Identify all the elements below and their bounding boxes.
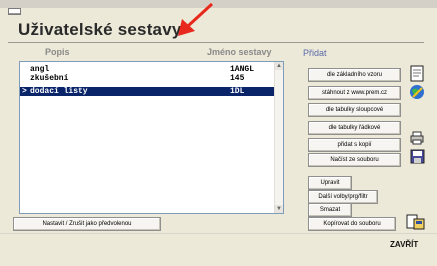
add-by-row-table-button[interactable]: dle tabulky řádkové	[308, 121, 401, 135]
add-with-copy-button[interactable]: přidat s kopií	[308, 138, 401, 152]
column-header-popis[interactable]: Popis	[45, 47, 70, 57]
close-button[interactable]: ZAVŘÍT	[390, 240, 418, 249]
add-by-column-table-button[interactable]: dle tabulky sloupcové	[308, 103, 401, 117]
scroll-up-icon[interactable]: ▲	[275, 62, 283, 70]
document-icon[interactable]	[410, 65, 424, 82]
more-options-button[interactable]: Další volby/prg/filtr	[308, 190, 378, 204]
row-name: dodací listy	[30, 87, 88, 96]
delete-button[interactable]: Smazat	[308, 203, 352, 217]
load-from-file-button[interactable]: Načíst ze souboru	[308, 153, 401, 167]
row-code: 1DL	[230, 87, 245, 96]
row-code: 1ANGL	[230, 65, 255, 74]
copy-to-file-button[interactable]: Kopírovat do souboru	[308, 217, 396, 231]
scroll-down-icon[interactable]: ▼	[275, 205, 283, 213]
report-list[interactable]: angl 1ANGL zkušební 145 > dodací listy 1…	[19, 61, 284, 214]
list-row-selected[interactable]: > dodací listy 1DL	[20, 87, 274, 96]
floppy-disk-icon[interactable]	[410, 149, 425, 164]
download-from-web-button[interactable]: stáhnout z www.prem.cz	[308, 86, 401, 100]
list-scrollbar[interactable]: ▲ ▼	[274, 62, 283, 213]
row-name: angl	[30, 65, 50, 74]
red-arrow-annotation-icon	[178, 2, 214, 36]
window-title: Uživatelské sestavy	[18, 20, 182, 39]
report-window: Uživatelské sestavy Popis Jméno sestavy …	[0, 0, 437, 266]
add-from-template-button[interactable]: dle základního vzoru	[308, 68, 401, 82]
add-section-label: Přidat	[303, 48, 327, 58]
edit-button[interactable]: Upravit	[308, 176, 352, 190]
list-row[interactable]: angl 1ANGL	[20, 65, 274, 74]
copy-file-icon[interactable]	[406, 214, 426, 230]
footer-divider	[0, 233, 437, 234]
column-header-jmeno-sestavy[interactable]: Jméno sestavy	[207, 47, 272, 57]
globe-download-icon[interactable]	[409, 84, 425, 100]
system-menu-button[interactable]	[8, 8, 21, 15]
list-row[interactable]: zkušební 145	[20, 74, 274, 83]
row-name: zkušební	[30, 74, 69, 83]
row-marker: >	[22, 87, 27, 96]
printer-icon[interactable]	[410, 131, 424, 145]
set-default-button[interactable]: Nastavit / Zrušit jako předvolenou	[13, 217, 161, 231]
window-top-strip	[0, 0, 437, 8]
row-code: 145	[230, 74, 245, 83]
title-divider	[8, 42, 424, 43]
